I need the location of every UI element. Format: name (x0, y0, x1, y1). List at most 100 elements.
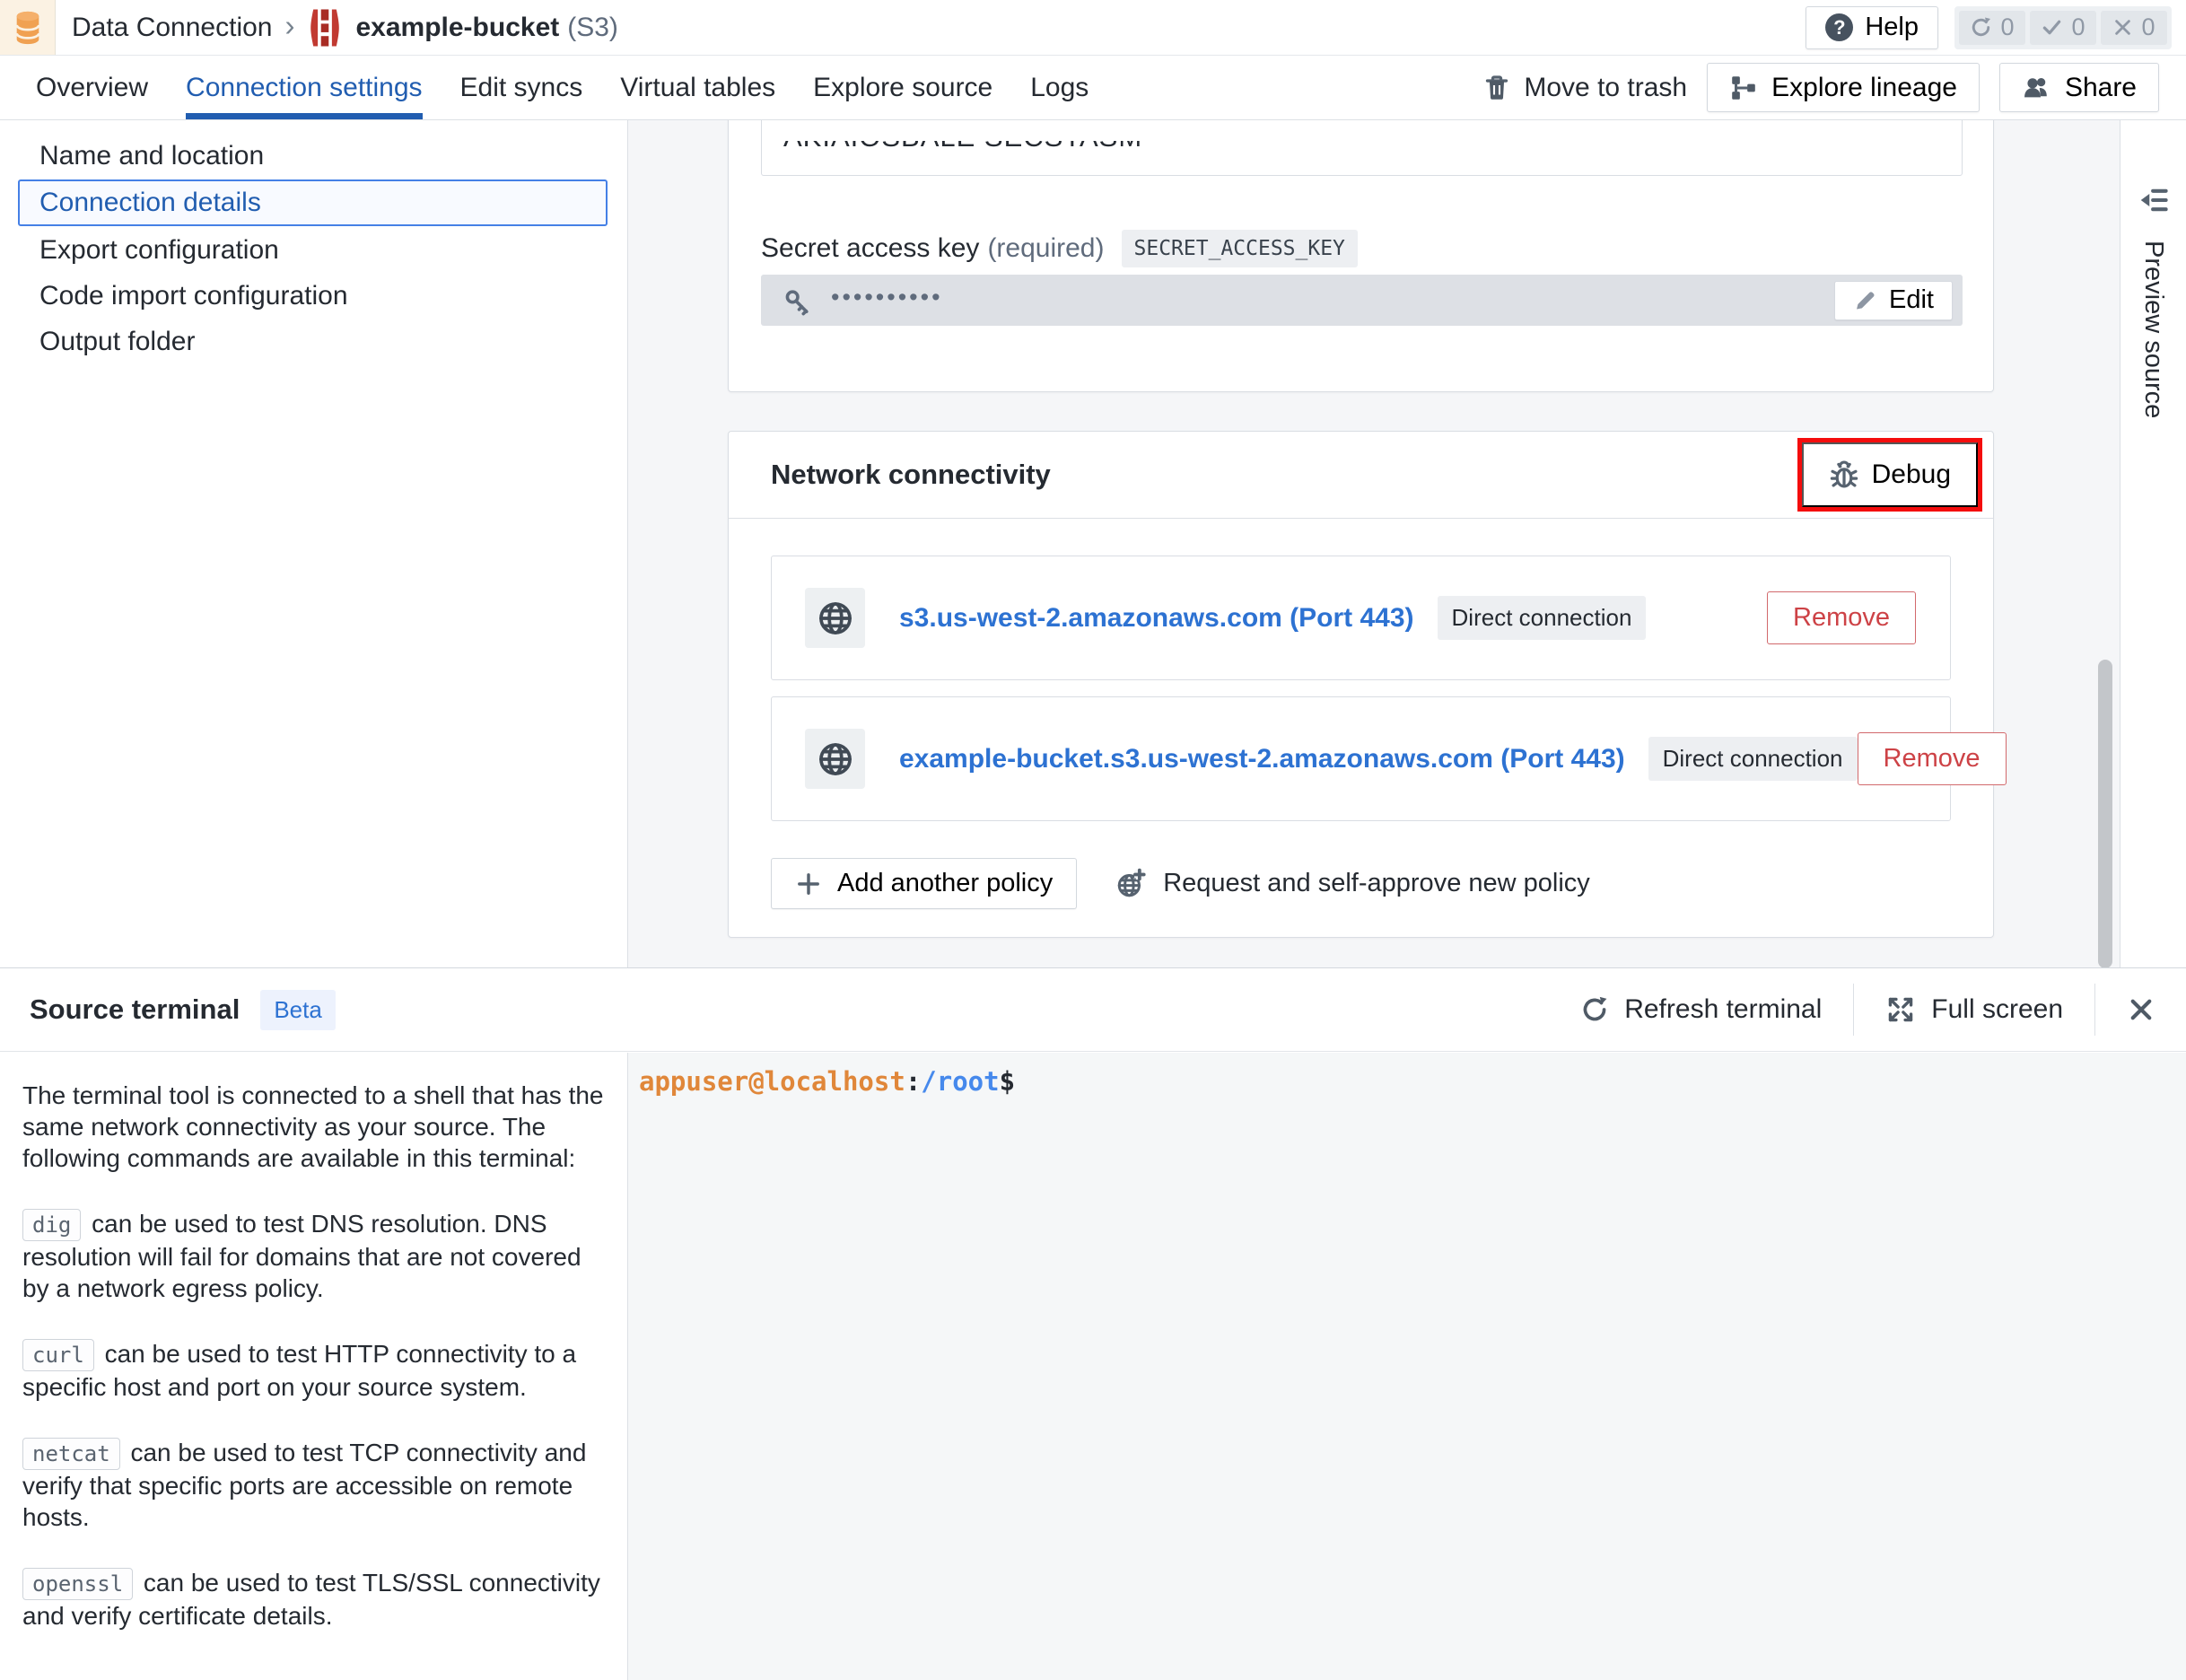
access-key-id-input[interactable]: AKIAIOSBALE SECSTASM (761, 120, 1963, 176)
people-icon (2022, 74, 2051, 101)
egress-policy-row: s3.us-west-2.amazonaws.com (Port 443) Di… (771, 556, 1951, 680)
remove-policy-button[interactable]: Remove (1858, 732, 2007, 785)
app-logo-tile[interactable] (0, 0, 56, 55)
share-button[interactable]: Share (1999, 63, 2159, 112)
tab-connection-settings[interactable]: Connection settings (186, 56, 423, 119)
succeeded-jobs-count: 0 (2071, 13, 2085, 41)
sidebar-item-name-and-location[interactable]: Name and location (0, 133, 627, 179)
egress-policy-list: s3.us-west-2.amazonaws.com (Port 443) Di… (771, 556, 1951, 837)
close-terminal-button[interactable] (2127, 995, 2155, 1024)
tab-overview[interactable]: Overview (36, 56, 148, 119)
debug-button[interactable]: Debug (1802, 442, 1978, 507)
source-terminal-title: Source terminal (30, 993, 240, 1026)
cross-icon (2112, 17, 2133, 38)
help-button[interactable]: ? Help (1806, 6, 1938, 49)
breadcrumb-entity-name: example-bucket (355, 13, 559, 43)
secret-env-var-chip: SECRET_ACCESS_KEY (1122, 230, 1358, 267)
move-to-trash-label: Move to trash (1524, 73, 1687, 103)
page-body: Name and location Connection details Exp… (0, 120, 2186, 967)
masked-secret-value: •••••••••• (831, 284, 943, 311)
sidebar-item-connection-details[interactable]: Connection details (18, 179, 608, 226)
explore-lineage-button[interactable]: Explore lineage (1707, 63, 1980, 112)
vertical-scrollbar[interactable] (2098, 660, 2112, 967)
preview-source-rail: Preview source (2120, 120, 2186, 967)
add-another-policy-button[interactable]: Add another policy (771, 858, 1077, 909)
plus-icon (795, 871, 822, 897)
curl-description: can be used to test HTTP connectivity to… (22, 1340, 576, 1401)
prompt-user: appuser@localhost (639, 1066, 905, 1097)
succeeded-jobs-chip[interactable]: 0 (2030, 11, 2096, 45)
tab-logs[interactable]: Logs (1030, 56, 1089, 119)
breadcrumb-entity-type: (S3) (567, 13, 618, 43)
netcat-code-chip: netcat (22, 1438, 120, 1470)
remove-policy-button[interactable]: Remove (1767, 591, 1916, 644)
credentials-card: AKIAIOSBALE SECSTASM Secret access key (… (728, 120, 1994, 392)
trash-icon (1483, 74, 1510, 102)
sidebar-item-export-configuration[interactable]: Export configuration (0, 227, 627, 273)
divider (2094, 984, 2095, 1036)
terminal-shell[interactable]: appuser@localhost:/root$ (628, 1053, 2186, 1680)
dig-description: can be used to test DNS resolution. DNS … (22, 1210, 581, 1302)
globe-icon (816, 599, 855, 638)
edit-secret-label: Edit (1889, 285, 1934, 315)
fullscreen-icon (1885, 994, 1916, 1025)
globe-icon (816, 739, 855, 779)
help-button-label: Help (1865, 13, 1919, 42)
terminal-help-command-curl: curl can be used to test HTTP connectivi… (22, 1338, 610, 1403)
policy-host-link[interactable]: s3.us-west-2.amazonaws.com (Port 443) (899, 603, 1414, 634)
terminal-help-command-dig: dig can be used to test DNS resolution. … (22, 1208, 610, 1304)
source-terminal-header: Source terminal Beta Refresh terminal Fu… (0, 967, 2186, 1052)
terminal-help-panel: The terminal tool is connected to a shel… (0, 1053, 628, 1680)
preview-source-tab[interactable]: Preview source (2138, 241, 2168, 418)
connection-details-panel: AKIAIOSBALE SECSTASM Secret access key (… (628, 120, 2120, 967)
sidebar-item-code-import-configuration[interactable]: Code import configuration (0, 273, 627, 319)
terminal-help-intro: The terminal tool is connected to a shel… (22, 1080, 610, 1174)
share-label: Share (2065, 73, 2137, 103)
network-connectivity-header: Network connectivity Debug (729, 432, 1993, 519)
close-icon (2127, 995, 2155, 1024)
globe-tile (805, 588, 865, 648)
check-icon (2041, 16, 2063, 39)
pencil-icon (1853, 288, 1877, 312)
terminal-actions: Refresh terminal Full screen (1580, 984, 2155, 1036)
running-jobs-chip[interactable]: 0 (1959, 11, 2025, 45)
network-connectivity-title: Network connectivity (771, 459, 1051, 491)
beta-badge: Beta (260, 990, 336, 1030)
full-screen-button[interactable]: Full screen (1885, 994, 2063, 1025)
move-to-trash-button[interactable]: Move to trash (1483, 73, 1687, 103)
refresh-icon (1970, 16, 1992, 39)
breadcrumb-app-link[interactable]: Data Connection (72, 13, 272, 43)
globe-plus-icon (1115, 868, 1147, 900)
direct-connection-tag: Direct connection (1648, 737, 1858, 781)
tab-bar: Overview Connection settings Edit syncs … (0, 56, 2186, 120)
explore-lineage-label: Explore lineage (1771, 73, 1957, 103)
refresh-terminal-label: Refresh terminal (1624, 994, 1822, 1025)
request-self-approve-policy-label: Request and self-approve new policy (1163, 869, 1590, 898)
prompt-colon: : (905, 1066, 921, 1097)
secret-access-key-label: Secret access key (761, 233, 979, 264)
secret-access-key-field: •••••••••• Edit (761, 275, 1963, 326)
curl-code-chip: curl (22, 1339, 94, 1371)
failed-jobs-chip[interactable]: 0 (2101, 11, 2167, 45)
globe-tile (805, 729, 865, 789)
question-mark-icon: ? (1825, 13, 1853, 41)
breadcrumb: Data Connection › example-bucket (S3) (72, 7, 618, 48)
refresh-terminal-button[interactable]: Refresh terminal (1580, 994, 1822, 1025)
add-another-policy-label: Add another policy (837, 869, 1053, 898)
tab-edit-syncs[interactable]: Edit syncs (460, 56, 583, 119)
access-key-id-clipped-value: AKIAIOSBALE SECSTASM (783, 141, 1142, 154)
terminal-help-command-netcat: netcat can be used to test TCP connectiv… (22, 1437, 610, 1533)
top-bar: Data Connection › example-bucket (S3) ? … (0, 0, 2186, 56)
edit-secret-button[interactable]: Edit (1834, 281, 1953, 320)
direct-connection-tag: Direct connection (1438, 596, 1647, 640)
sidebar-item-output-folder[interactable]: Output folder (0, 319, 627, 364)
tab-virtual-tables[interactable]: Virtual tables (620, 56, 775, 119)
tab-explore-source[interactable]: Explore source (813, 56, 992, 119)
prompt-dollar: $ (1000, 1066, 1015, 1097)
running-jobs-count: 0 (2000, 13, 2014, 41)
policy-host-link[interactable]: example-bucket.s3.us-west-2.amazonaws.co… (899, 744, 1625, 774)
request-self-approve-policy-button[interactable]: Request and self-approve new policy (1115, 868, 1590, 900)
s3-source-icon (307, 7, 343, 48)
collapse-panel-icon[interactable] (2138, 185, 2170, 215)
terminal-prompt: appuser@localhost:/root$ (639, 1066, 2186, 1097)
